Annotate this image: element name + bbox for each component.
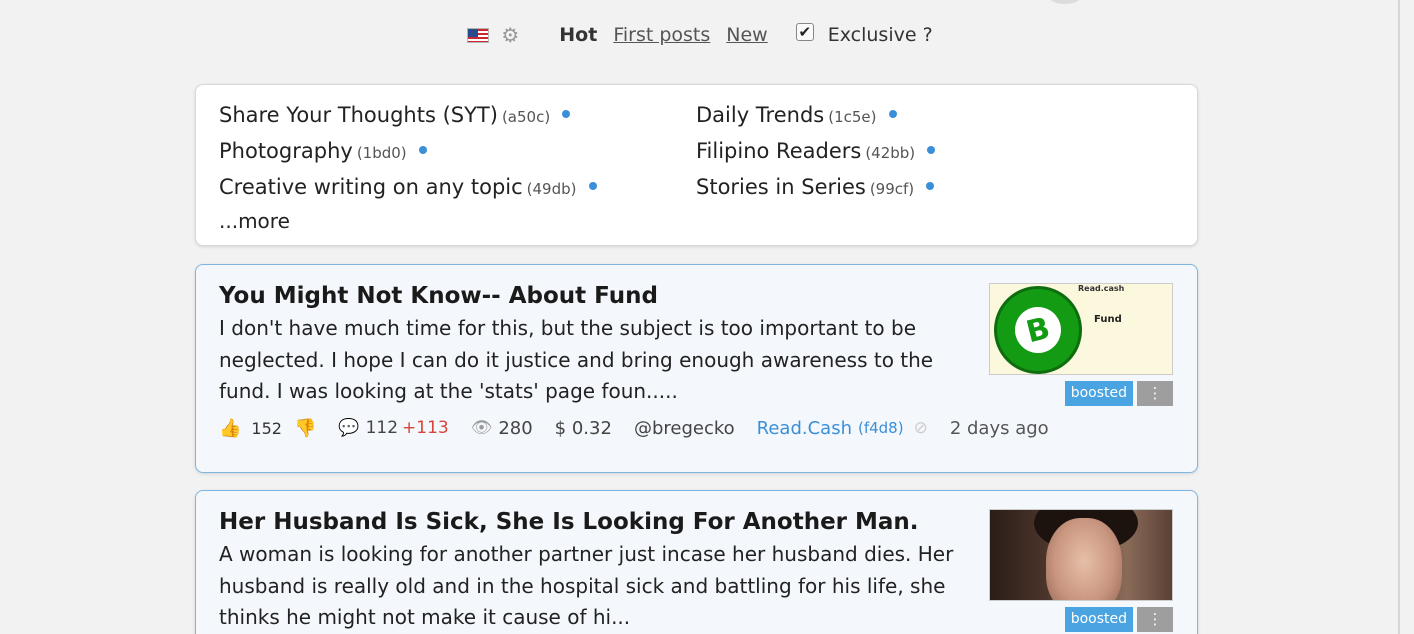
thumbs-down-icon[interactable]: 👎 xyxy=(294,418,316,439)
post-card: You Might Not Know-- About Fund I don't … xyxy=(195,264,1198,473)
thumb-caption-small: Read.cash xyxy=(1078,284,1125,293)
sort-first-posts-link[interactable]: First posts xyxy=(613,24,710,46)
post-thumbnail[interactable] xyxy=(989,509,1173,601)
topic-creative-writing[interactable]: Creative writing on any topic (49db) xyxy=(219,171,696,205)
topics-more-link[interactable]: ...more xyxy=(219,205,1197,237)
post-card: Her Husband Is Sick, She Is Looking For … xyxy=(195,490,1198,634)
post-time: 2 days ago xyxy=(949,417,1049,439)
topic-name: Stories in Series xyxy=(696,175,866,199)
ban-icon: ⊘ xyxy=(913,418,928,438)
topic-dot-icon xyxy=(562,110,571,118)
thumbs-up-icon[interactable]: 👍 xyxy=(219,418,241,439)
thumbnail-face-shape xyxy=(1046,518,1122,600)
topic-dot-icon xyxy=(927,146,936,154)
sort-new-link[interactable]: New xyxy=(726,24,767,46)
sort-hot-tab[interactable]: Hot xyxy=(559,24,597,46)
checkmark-icon: ✔ xyxy=(798,23,812,41)
post-menu-button[interactable]: ⋮ xyxy=(1137,381,1173,406)
sort-toolbar: ⚙ Hot First posts New ✔ Exclusive ? xyxy=(0,18,1400,52)
topic-name: Creative writing on any topic xyxy=(219,175,523,199)
topic-share-your-thoughts[interactable]: Share Your Thoughts (SYT) (a50c) xyxy=(219,99,696,133)
gear-icon[interactable]: ⚙ xyxy=(501,25,519,45)
community-link[interactable]: Read.Cash xyxy=(757,418,852,439)
us-flag-icon[interactable] xyxy=(467,27,490,43)
post-title[interactable]: You Might Not Know-- About Fund xyxy=(219,281,979,311)
topic-dot-icon xyxy=(926,182,935,190)
topics-card: Share Your Thoughts (SYT) (a50c) Daily Tr… xyxy=(195,84,1198,246)
topic-code: (99cf) xyxy=(869,180,915,198)
community-code: (f4d8) xyxy=(857,419,904,437)
topic-photography[interactable]: Photography (1bd0) xyxy=(219,135,696,169)
post-meta: 👍 152 👎 💬 112 +113 👁 280 $ 0.32 @bregeck… xyxy=(219,418,1173,439)
boosted-badge[interactable]: boosted xyxy=(1064,607,1133,632)
topics-grid: Share Your Thoughts (SYT) (a50c) Daily Tr… xyxy=(219,99,1197,205)
topic-code: (49db) xyxy=(526,180,577,198)
bitcoin-symbol: B xyxy=(1010,302,1066,358)
exclusive-checkbox[interactable]: ✔ xyxy=(795,23,814,41)
topic-code: (42bb) xyxy=(865,144,916,162)
page-scroll-edge xyxy=(1398,0,1400,634)
topic-name: Daily Trends xyxy=(696,103,825,127)
topic-code: (a50c) xyxy=(501,108,551,126)
post-excerpt[interactable]: A woman is looking for another partner j… xyxy=(219,539,979,634)
post-menu-button[interactable]: ⋮ xyxy=(1137,607,1173,632)
post-title[interactable]: Her Husband Is Sick, She Is Looking For … xyxy=(219,507,979,537)
topic-stories-in-series[interactable]: Stories in Series (99cf) xyxy=(696,171,1116,205)
topic-dot-icon xyxy=(888,110,897,118)
topic-code: (1c5e) xyxy=(828,108,877,126)
topic-name: Photography xyxy=(219,139,353,163)
topic-daily-trends[interactable]: Daily Trends (1c5e) xyxy=(696,99,1116,133)
post-thumbnail[interactable]: B Read.cash Fund xyxy=(989,283,1173,375)
topic-name: Filipino Readers xyxy=(696,139,862,163)
top-edge-shape xyxy=(1048,0,1082,4)
comment-count[interactable]: 112 xyxy=(366,418,398,438)
topic-code: (1bd0) xyxy=(356,144,407,162)
exclusive-label: Exclusive ? xyxy=(827,24,933,46)
post-badges: boosted ⋮ xyxy=(1064,381,1173,406)
author-link[interactable]: @bregecko xyxy=(634,418,735,439)
thumb-caption: Fund xyxy=(1094,314,1122,325)
view-count: 280 xyxy=(498,417,533,439)
topic-name: Share Your Thoughts (SYT) xyxy=(219,103,498,127)
post-excerpt[interactable]: I don't have much time for this, but the… xyxy=(219,313,979,408)
eye-icon: 👁 xyxy=(470,418,493,438)
comment-icon[interactable]: 💬 xyxy=(338,418,359,438)
topic-filipino-readers[interactable]: Filipino Readers (42bb) xyxy=(696,135,1116,169)
post-badges: boosted ⋮ xyxy=(1064,607,1173,632)
earnings: $ 0.32 xyxy=(554,417,612,439)
topic-dot-icon xyxy=(588,182,597,190)
upvote-count: 152 xyxy=(251,418,282,438)
bitcoin-cash-logo-icon: B xyxy=(994,286,1082,374)
new-comment-count[interactable]: +113 xyxy=(402,418,449,438)
topic-dot-icon xyxy=(418,146,427,154)
boosted-badge[interactable]: boosted xyxy=(1064,381,1133,406)
